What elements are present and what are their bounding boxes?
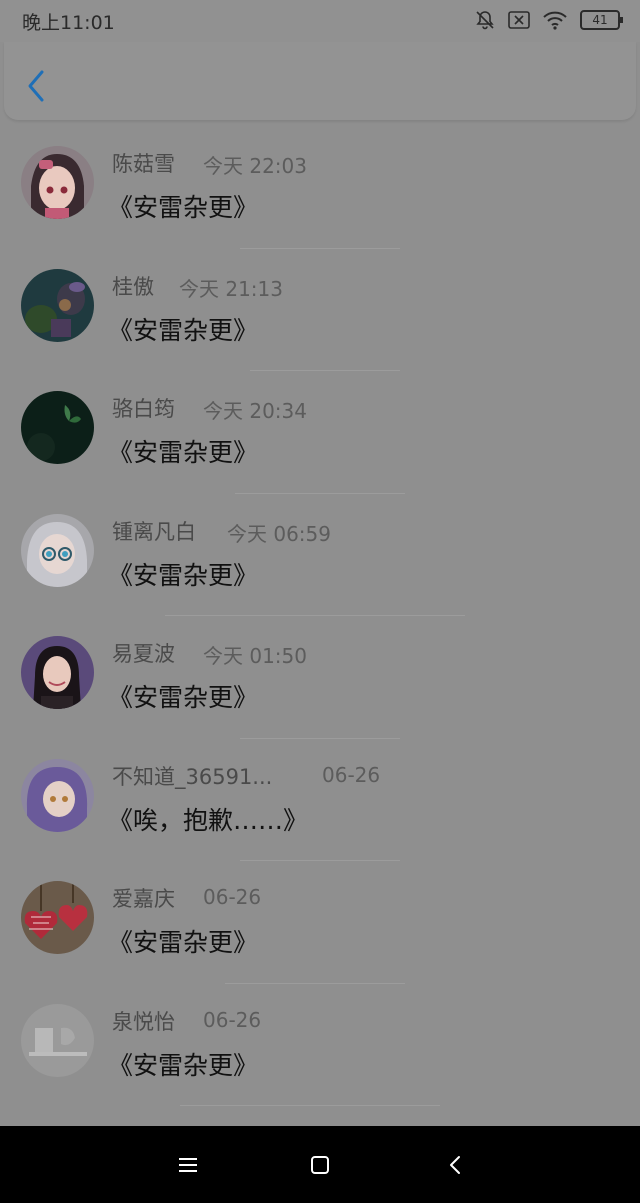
timestamp: 今天 01:50: [203, 644, 307, 668]
back-icon: [450, 1156, 460, 1174]
message-list: 陈菇雪 今天 22:03 《安雷杂更》 桂傲 今天 21:13 《安雷杂更》 骆…: [0, 126, 640, 1106]
timestamp: 今天 21:13: [179, 276, 283, 301]
sim-off-icon: [508, 11, 530, 29]
article-title: 《安雷杂更》: [108, 928, 259, 957]
header: [4, 42, 636, 120]
avatar[interactable]: [21, 146, 94, 219]
article-title: 《安雷杂更》: [108, 683, 259, 712]
avatar[interactable]: [21, 513, 94, 587]
list-item[interactable]: 桂傲 今天 21:13 《安雷杂更》: [0, 249, 640, 371]
list-item[interactable]: 陈菇雪 今天 22:03 《安雷杂更》: [0, 126, 640, 249]
status-icons: 41: [474, 8, 623, 32]
author-name: 易夏波: [112, 642, 175, 666]
timestamp: 今天 20:34: [203, 399, 307, 423]
avatar[interactable]: [21, 636, 94, 709]
list-item[interactable]: 泉悦怡 06-26 《安雷杂更》: [0, 984, 640, 1106]
nav-back-button[interactable]: [440, 1150, 470, 1180]
avatar[interactable]: [21, 391, 94, 464]
list-item[interactable]: 锺离凡白 今天 06:59 《安雷杂更》: [0, 494, 640, 616]
article-title: 《安雷杂更》: [108, 315, 259, 345]
list-item[interactable]: 易夏波 今天 01:50 《安雷杂更》: [0, 616, 640, 739]
status-time: 晚上11:01: [22, 12, 115, 34]
article-title: 《安雷杂更》: [108, 193, 259, 222]
author-name: 爱嘉庆: [112, 887, 175, 911]
wifi-icon: [542, 10, 568, 30]
avatar[interactable]: [21, 881, 94, 954]
timestamp: 06-26: [322, 762, 381, 787]
avatar[interactable]: [21, 1003, 94, 1077]
chevron-left-icon: [28, 70, 44, 102]
list-item[interactable]: 不知道_36591... 06-26 《唉，抱歉……》: [0, 739, 640, 861]
battery-icon: 41: [580, 10, 623, 30]
menu-button[interactable]: [173, 1150, 203, 1180]
timestamp: 今天 22:03: [203, 154, 307, 178]
avatar[interactable]: [21, 268, 94, 342]
timestamp: 今天 06:59: [227, 521, 331, 546]
author-name: 锺离凡白: [112, 519, 196, 544]
back-button[interactable]: [22, 68, 50, 104]
author-name: 陈菇雪: [112, 152, 175, 176]
article-title: 《唉，抱歉……》: [108, 805, 309, 835]
article-title: 《安雷杂更》: [108, 438, 259, 467]
bell-off-icon: [474, 9, 496, 31]
timestamp: 06-26: [203, 1007, 262, 1032]
article-title: 《安雷杂更》: [108, 560, 259, 590]
menu-icon: [179, 1158, 197, 1172]
status-bar: 晚上11:01 41: [0, 0, 640, 42]
author-name: 桂傲: [112, 274, 154, 299]
home-icon: [311, 1156, 329, 1174]
divider: [180, 1105, 440, 1106]
author-name: 不知道_36591...: [112, 764, 273, 789]
avatar[interactable]: [21, 758, 94, 832]
article-title: 《安雷杂更》: [108, 1050, 259, 1080]
home-button[interactable]: [305, 1150, 335, 1180]
timestamp: 06-26: [203, 885, 262, 909]
author-name: 骆白筠: [112, 397, 175, 421]
system-navigation-bar: [0, 1126, 640, 1203]
list-item[interactable]: 爱嘉庆 06-26 《安雷杂更》: [0, 861, 640, 984]
author-name: 泉悦怡: [112, 1009, 175, 1034]
list-item[interactable]: 骆白筠 今天 20:34 《安雷杂更》: [0, 371, 640, 494]
